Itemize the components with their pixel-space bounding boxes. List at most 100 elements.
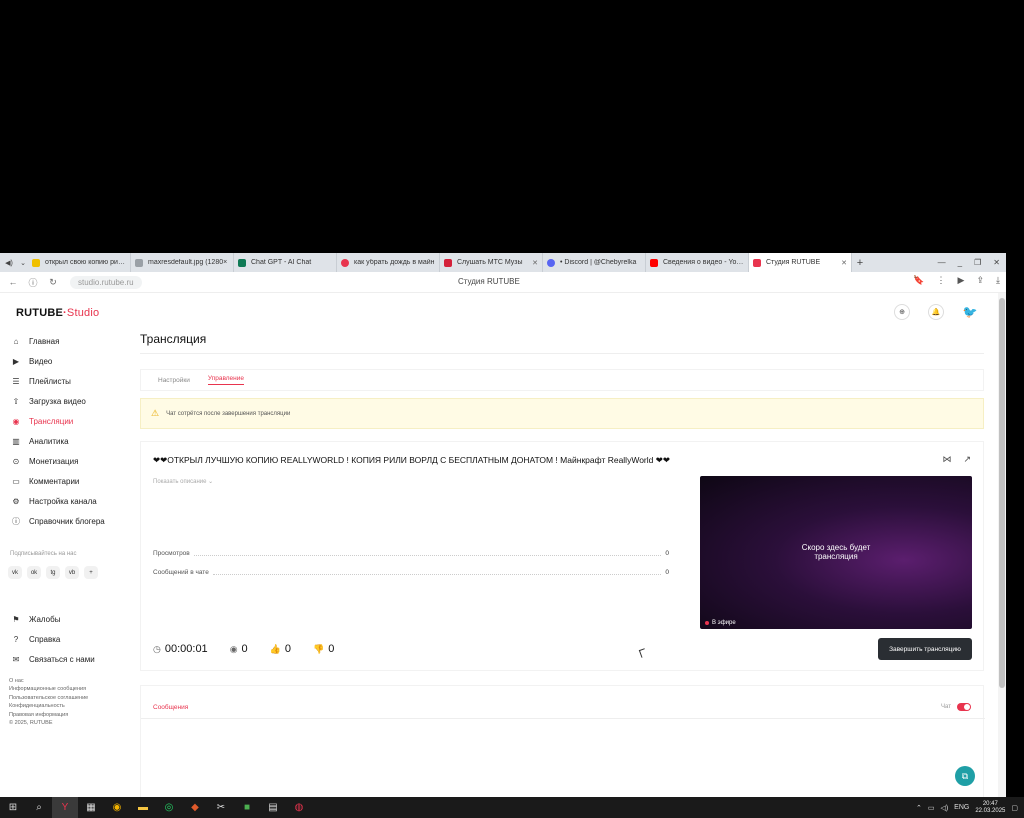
show-description-link[interactable]: Показать описание ⌄ xyxy=(153,478,213,485)
footer-link-agreement[interactable]: Пользовательское соглашение xyxy=(9,694,88,702)
rutube-studio-logo[interactable]: RUTUBE·Studio xyxy=(16,307,99,319)
share-icon[interactable]: ⋈ xyxy=(942,454,951,465)
warning-icon: ⚠ xyxy=(151,408,160,418)
bookmark-icon[interactable]: 🔖 xyxy=(913,275,924,286)
more-socials-icon[interactable]: + xyxy=(84,566,98,579)
clock[interactable]: 20:47 22.03.2025 xyxy=(975,801,1005,815)
end-stream-button[interactable]: Завершить трансляцию xyxy=(878,638,972,660)
download-icon[interactable]: ⤓ xyxy=(996,275,1000,286)
tab-messages[interactable]: Сообщения xyxy=(153,704,188,711)
viber-icon[interactable]: vb xyxy=(65,566,79,579)
stat-chat-messages: Сообщений в чате 0 xyxy=(153,569,669,576)
yandex-browser-icon[interactable]: Y xyxy=(52,797,78,818)
scrollbar[interactable] xyxy=(998,293,1006,797)
avatar[interactable]: 🐦 xyxy=(962,304,978,320)
tab-list-icon[interactable]: ⌄ xyxy=(18,259,28,267)
minimize-icon[interactable]: — xyxy=(938,258,946,267)
folder-icon[interactable]: ▬ xyxy=(130,797,156,818)
browser-tab[interactable]: • Discord | @Chebyrelka xyxy=(543,253,646,272)
media-icon[interactable]: ◀) xyxy=(4,259,14,267)
back-icon[interactable]: ← xyxy=(6,277,20,287)
browser-tab[interactable]: как убрать дождь в майн xyxy=(337,253,440,272)
close-icon[interactable]: ✕ xyxy=(993,258,1000,267)
windows-start-icon[interactable]: ⊞ xyxy=(0,797,26,818)
url-field[interactable]: studio.rutube.ru xyxy=(70,275,142,289)
sidebar-item-analytics[interactable]: ▥ Аналитика xyxy=(0,431,132,451)
capcut-icon[interactable]: ✂ xyxy=(208,797,234,818)
stream-preview[interactable]: Скоро здесь будет трансляция В эфире xyxy=(700,476,972,629)
sidebar-item-video[interactable]: ▶ Видео xyxy=(0,351,132,371)
telegram-icon[interactable]: tg xyxy=(46,566,60,579)
page-title-text: Студия RUTUBE xyxy=(458,277,520,286)
sidebar-item-blogger-guide[interactable]: ⓘ Справочник блогера xyxy=(0,511,132,531)
stream-actions: ⋈ ↗ xyxy=(942,454,971,465)
screen: ◀) ⌄ открыл свою копию рилл maxresdefaul… xyxy=(0,0,1024,818)
notification-icon[interactable]: ▢ xyxy=(1011,804,1018,812)
new-tab-button[interactable]: + xyxy=(852,257,868,269)
browser-tab[interactable]: открыл свою копию рилл xyxy=(28,253,131,272)
obs-icon[interactable]: ◍ xyxy=(286,797,312,818)
sidebar-item-monetization[interactable]: ⊙ Монетизация xyxy=(0,451,132,471)
tray-expand-icon[interactable]: ⌃ xyxy=(916,804,922,812)
menu-dots-icon[interactable]: ⋮ xyxy=(937,275,946,286)
tab-favicon-icon xyxy=(753,258,761,267)
sidebar-item-comments[interactable]: ▭ Комментарии xyxy=(0,471,132,491)
title-divider xyxy=(140,353,984,354)
chrome-icon[interactable]: ◉ xyxy=(104,797,130,818)
browser-tab[interactable]: Сведения о видео - YouT xyxy=(646,253,749,272)
tab-bar: ◀) ⌄ открыл свою копию рилл maxresdefaul… xyxy=(0,253,1006,272)
restore-icon[interactable]: _ xyxy=(958,258,962,267)
footer-link-messages[interactable]: Информационные сообщения xyxy=(9,685,88,693)
browser-tab[interactable]: Слушать МТС Музы ✕ xyxy=(440,253,543,272)
footer-link-about[interactable]: О нас xyxy=(9,677,88,685)
sidebar-item-contact[interactable]: ✉ Связаться с нами xyxy=(0,649,132,669)
sidebar-item-upload[interactable]: ⇧ Загрузка видео xyxy=(0,391,132,411)
minecraft-icon[interactable]: ■ xyxy=(234,797,260,818)
language-indicator[interactable]: ENG xyxy=(954,804,969,811)
browser-tab[interactable]: Chat GPT - AI Chat xyxy=(234,253,337,272)
flag-icon: ⚑ xyxy=(12,614,20,624)
sidebar-item-broadcasts[interactable]: ◉ Трансляции xyxy=(0,411,132,431)
tab-settings[interactable]: Настройки xyxy=(158,377,190,384)
external-link-icon[interactable]: ↗ xyxy=(963,454,971,465)
social-links: vk ok tg vb + xyxy=(8,566,98,579)
extension-icon[interactable]: ▶ xyxy=(958,275,965,286)
search-icon[interactable]: ⌕ xyxy=(26,797,52,818)
sidebar-item-complaints[interactable]: ⚑ Жалобы xyxy=(0,609,132,629)
reload-icon[interactable]: ↻ xyxy=(46,277,60,288)
calculator-icon[interactable]: ▦ xyxy=(78,797,104,818)
browser-tab[interactable]: maxresdefault.jpg (1280× xyxy=(131,253,234,272)
ok-icon[interactable]: ok xyxy=(27,566,41,579)
scrollbar-thumb[interactable] xyxy=(999,298,1005,688)
tab-close-icon[interactable]: ✕ xyxy=(532,259,538,267)
sidebar-item-home[interactable]: ⌂ Главная xyxy=(0,331,132,351)
tab-favicon-icon xyxy=(547,258,555,267)
bell-icon[interactable]: 🔔 xyxy=(928,304,944,320)
app-icon[interactable]: ◆ xyxy=(182,797,208,818)
volume-icon[interactable]: ◁) xyxy=(940,804,948,812)
tab-favicon-icon xyxy=(238,258,246,267)
maximize-icon[interactable]: ❐ xyxy=(974,258,981,267)
sidebar-item-playlists[interactable]: ☰ Плейлисты xyxy=(0,371,132,391)
clock-icon: ◷ xyxy=(153,643,161,654)
upload-icon[interactable]: ⊕ xyxy=(894,304,910,320)
messages-divider xyxy=(141,718,985,719)
support-chat-button[interactable]: ⧉ xyxy=(955,766,975,786)
chat-toggle[interactable]: Чат xyxy=(941,703,971,711)
sidebar-item-help[interactable]: ? Справка xyxy=(0,629,132,649)
sidebar-secondary: ⚑ Жалобы ? Справка ✉ Связаться с нами xyxy=(0,609,132,669)
share-icon[interactable]: ⇪ xyxy=(976,275,984,286)
toggle-switch[interactable] xyxy=(957,703,971,711)
footer-link-privacy[interactable]: Конфиденциальность xyxy=(9,702,88,710)
network-icon[interactable]: ▭ xyxy=(928,804,935,812)
whatsapp-icon[interactable]: ◎ xyxy=(156,797,182,818)
footer-link-legal[interactable]: Правовая информация xyxy=(9,711,88,719)
tab-management[interactable]: Управление xyxy=(207,375,245,385)
browser-tab-active[interactable]: Студия RUTUBE ✕ xyxy=(749,253,852,272)
info-icon[interactable]: ⓘ xyxy=(26,276,40,289)
editor-icon[interactable]: ▤ xyxy=(260,797,286,818)
sidebar-item-channel-settings[interactable]: ⚙ Настройка канала xyxy=(0,491,132,511)
tab-close-icon[interactable]: ✕ xyxy=(841,259,847,267)
vk-icon[interactable]: vk xyxy=(8,566,22,579)
copyright: © 2025, RUTUBE xyxy=(9,720,53,727)
